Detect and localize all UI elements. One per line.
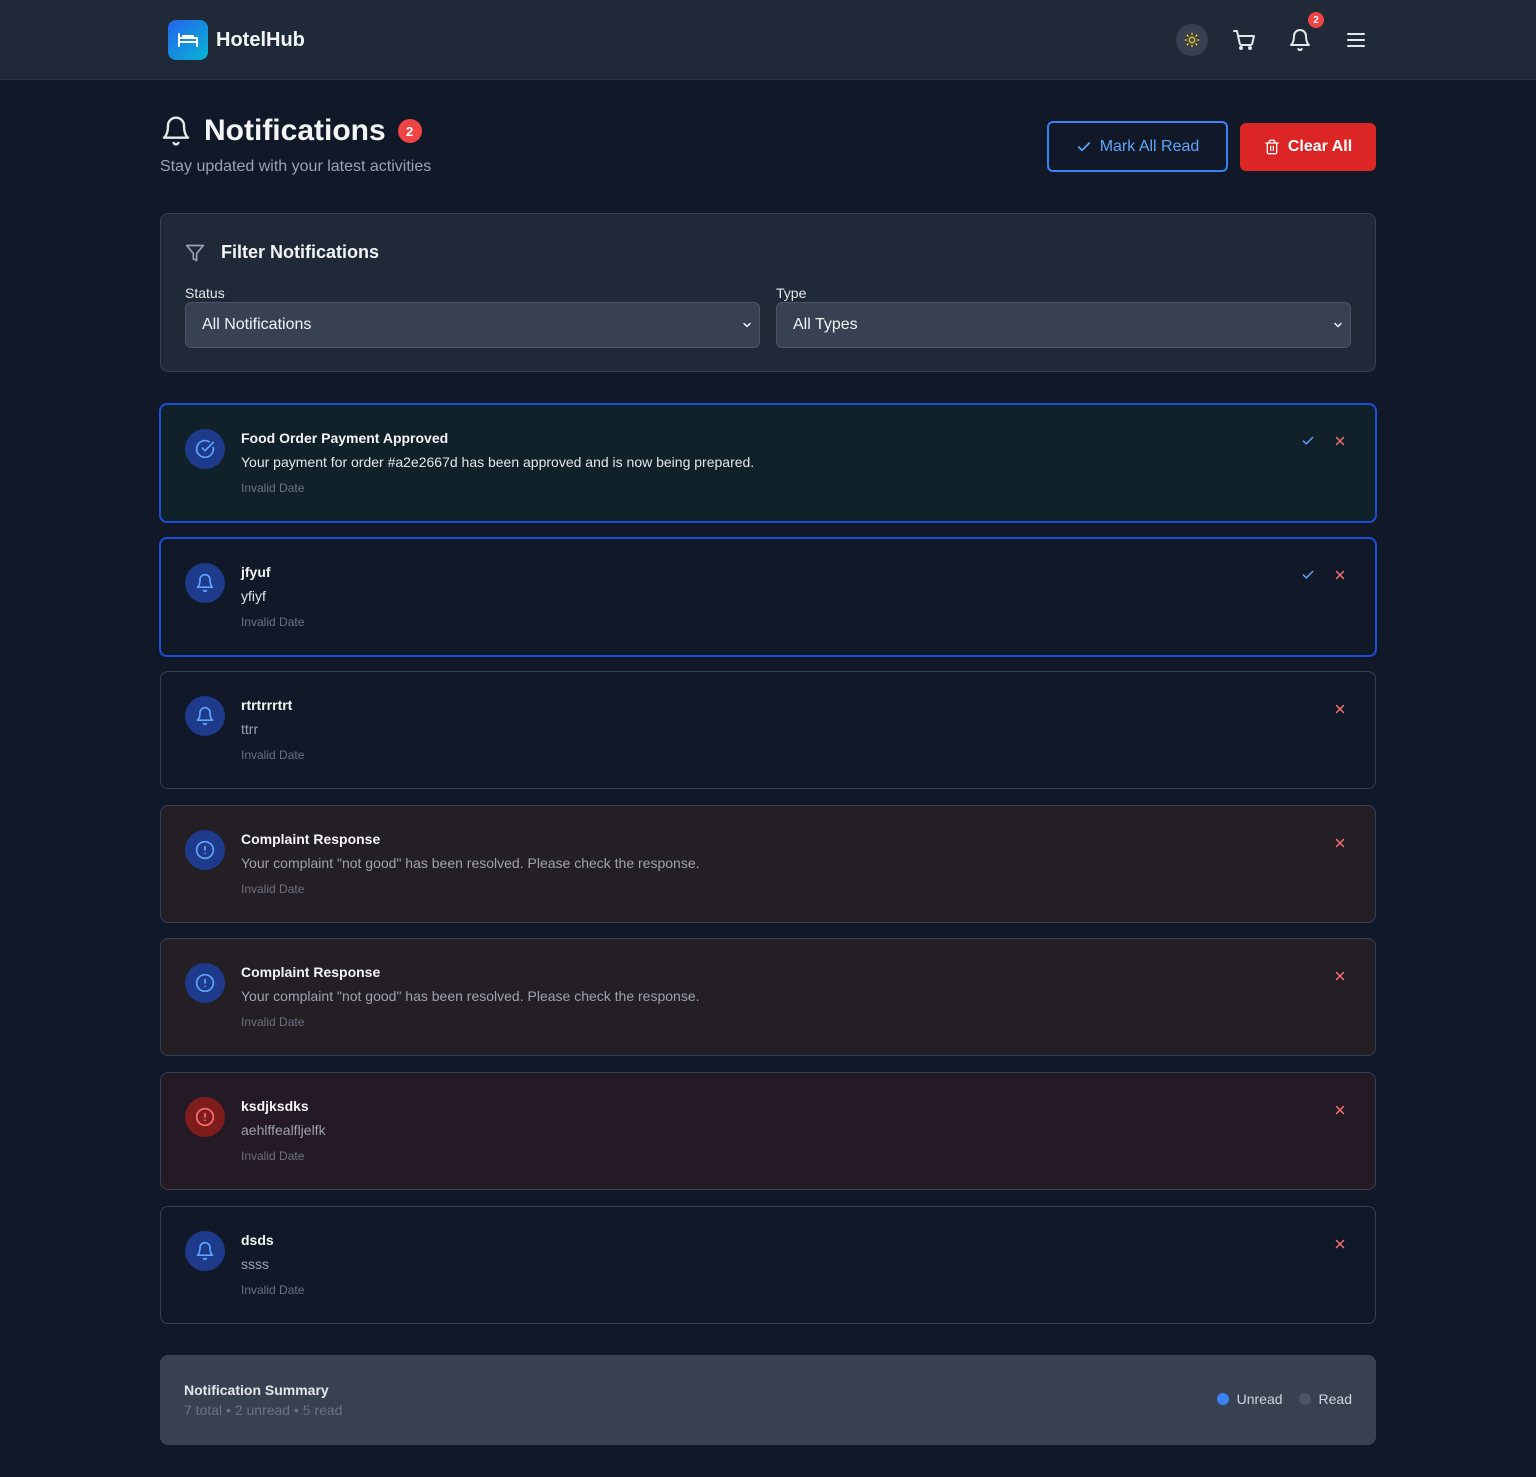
- notification-title: ksdjksdks: [241, 1098, 309, 1114]
- notification-date: Invalid Date: [241, 882, 305, 896]
- filter-panel: Filter Notifications Status All Notifica…: [160, 213, 1376, 372]
- menu-button[interactable]: [1340, 24, 1372, 56]
- notification-message: ssss: [241, 1256, 269, 1272]
- cart-icon: [1233, 30, 1255, 50]
- sun-icon: [1184, 32, 1200, 48]
- type-select-value: All Types: [793, 316, 858, 333]
- legend-unread: Unread: [1216, 1391, 1283, 1407]
- clear-all-label: Clear All: [1287, 138, 1353, 155]
- filter-icon: [185, 244, 205, 261]
- notification-message: yfiyf: [241, 588, 266, 604]
- page-header: Notifications 2 Stay updated with your l…: [160, 112, 1376, 182]
- mark-all-read-button[interactable]: Mark All Read: [1047, 121, 1228, 172]
- notification-message: Your complaint "not good" has been resol…: [241, 855, 700, 871]
- bell-icon: [185, 563, 225, 603]
- unread-count-badge: 2: [397, 119, 422, 143]
- close-icon: [1335, 704, 1345, 714]
- summary-stats: 7 total • 2 unread • 5 read: [184, 1402, 343, 1418]
- close-icon: [1335, 838, 1345, 848]
- cart-button[interactable]: [1228, 24, 1260, 56]
- mark-all-read-label: Mark All Read: [1099, 137, 1200, 155]
- notification-title: jfyuf: [241, 564, 271, 580]
- notification-message: ttrr: [241, 721, 259, 737]
- notification-summary: Notification Summary 7 total • 2 unread …: [160, 1355, 1376, 1445]
- notification-item[interactable]: rtrtrrrtrt ttrr Invalid Date: [160, 671, 1376, 789]
- chevron-down-icon: [1334, 322, 1342, 328]
- notification-item[interactable]: Complaint Response Your complaint "not g…: [160, 938, 1376, 1056]
- alert-circle-icon: [185, 830, 225, 870]
- nav-notification-badge: 2: [1308, 12, 1324, 28]
- legend-read: Read: [1298, 1391, 1352, 1407]
- page-title: Notifications: [204, 114, 386, 147]
- legend-read-label: Read: [1318, 1391, 1352, 1407]
- delete-notification-button[interactable]: [1331, 566, 1349, 584]
- delete-notification-button[interactable]: [1331, 1101, 1349, 1119]
- notification-date: Invalid Date: [241, 1015, 305, 1029]
- notification-item[interactable]: Complaint Response Your complaint "not g…: [160, 805, 1376, 923]
- mark-read-button[interactable]: [1299, 432, 1317, 450]
- type-label: Type: [776, 285, 807, 301]
- brand-logo-link[interactable]: HotelHub: [168, 20, 305, 60]
- bell-icon: [1290, 29, 1310, 52]
- notification-date: Invalid Date: [241, 1283, 305, 1297]
- notification-date: Invalid Date: [241, 1149, 305, 1163]
- filter-title: Filter Notifications: [221, 242, 380, 262]
- status-select[interactable]: All Notifications: [185, 302, 760, 348]
- close-icon: [1335, 436, 1345, 446]
- chevron-down-icon: [743, 322, 751, 328]
- trash-icon: [1265, 139, 1279, 155]
- notification-message: Your payment for order #a2e2667d has bee…: [241, 454, 755, 470]
- check-icon: [1302, 436, 1314, 445]
- alert-circle-icon: [185, 1097, 225, 1137]
- status-label: Status: [185, 285, 225, 301]
- notification-message: Your complaint "not good" has been resol…: [241, 988, 700, 1004]
- brand-name: HotelHub: [216, 28, 305, 51]
- notification-date: Invalid Date: [241, 748, 305, 762]
- delete-notification-button[interactable]: [1331, 967, 1349, 985]
- delete-notification-button[interactable]: [1331, 834, 1349, 852]
- theme-toggle-button[interactable]: [1176, 24, 1208, 56]
- check-circle-icon: [185, 429, 225, 469]
- notification-item[interactable]: jfyuf yfiyf Invalid Date: [159, 537, 1377, 657]
- close-icon: [1335, 1239, 1345, 1249]
- notification-title: dsds: [241, 1232, 274, 1248]
- summary-title: Notification Summary: [184, 1382, 329, 1398]
- delete-notification-button[interactable]: [1331, 1235, 1349, 1253]
- notification-date: Invalid Date: [241, 615, 305, 629]
- notification-item[interactable]: ksdjksdks aehlffealfljelfk Invalid Date: [160, 1072, 1376, 1190]
- mark-read-button[interactable]: [1299, 566, 1317, 584]
- clear-all-button[interactable]: Clear All: [1240, 123, 1376, 171]
- notification-title: Complaint Response: [241, 964, 381, 980]
- unread-dot-icon: [1216, 1393, 1229, 1405]
- bell-icon: [185, 696, 225, 736]
- hamburger-menu-icon: [1347, 33, 1365, 47]
- bell-icon: [162, 116, 190, 146]
- close-icon: [1335, 1105, 1345, 1115]
- bell-icon: [185, 1231, 225, 1271]
- page-subtitle: Stay updated with your latest activities: [160, 158, 432, 175]
- type-select[interactable]: All Types: [776, 302, 1351, 348]
- delete-notification-button[interactable]: [1331, 700, 1349, 718]
- close-icon: [1335, 971, 1345, 981]
- alert-circle-icon: [185, 963, 225, 1003]
- notification-item[interactable]: Food Order Payment Approved Your payment…: [159, 403, 1377, 523]
- notification-title: Food Order Payment Approved: [241, 430, 449, 446]
- summary-legend: Unread Read: [1216, 1391, 1352, 1407]
- notification-title: Complaint Response: [241, 831, 381, 847]
- read-dot-icon: [1298, 1393, 1311, 1405]
- legend-unread-label: Unread: [1236, 1391, 1283, 1407]
- top-navbar: HotelHub 2: [0, 0, 1536, 80]
- notification-message: aehlffealfljelfk: [241, 1122, 326, 1138]
- notification-title: rtrtrrrtrt: [241, 697, 293, 713]
- notification-item[interactable]: dsds ssss Invalid Date: [160, 1206, 1376, 1324]
- notifications-nav-button[interactable]: [1284, 24, 1316, 56]
- check-icon: [1302, 570, 1314, 579]
- close-icon: [1335, 570, 1345, 580]
- notification-date: Invalid Date: [241, 481, 305, 495]
- check-icon: [1077, 141, 1090, 151]
- delete-notification-button[interactable]: [1331, 432, 1349, 450]
- bed-icon: [168, 20, 208, 60]
- status-select-value: All Notifications: [202, 316, 312, 333]
